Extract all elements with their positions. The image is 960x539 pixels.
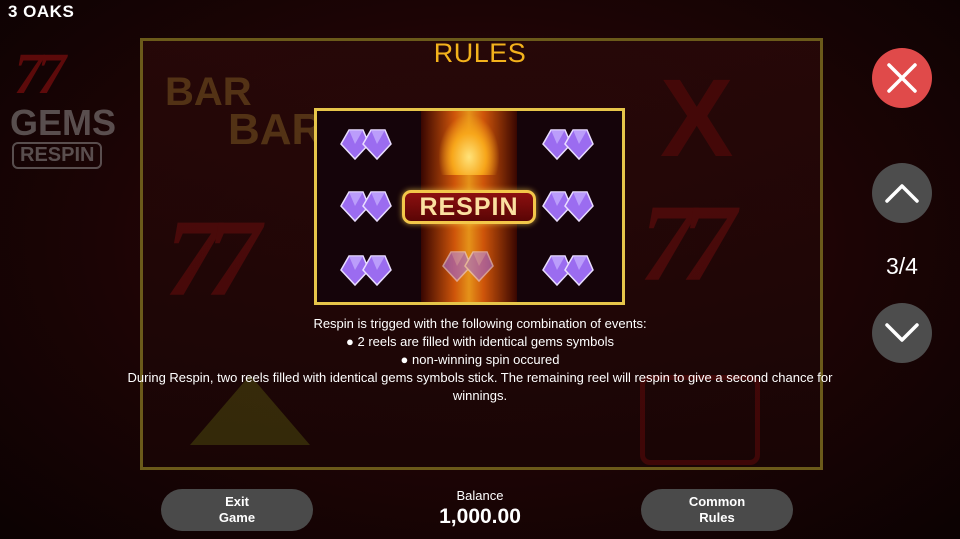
close-icon <box>887 63 917 93</box>
exit-label-line1: Exit <box>225 494 249 509</box>
purple-gem-icon <box>541 187 595 225</box>
bg-x-symbol: X <box>660 57 734 180</box>
brand-name: 3 OAKS <box>8 2 75 21</box>
exit-label-line2: Game <box>218 510 256 525</box>
description-line: ● 2 reels are filled with identical gems… <box>346 334 614 349</box>
bg-seven-symbol-left: 77 <box>165 197 261 319</box>
purple-gem-icon <box>441 247 495 285</box>
common-rules-button[interactable]: Common Rules <box>641 489 793 531</box>
respin-preview: RESPIN <box>314 108 625 305</box>
exit-game-button[interactable]: Exit Game <box>161 489 313 531</box>
description-line: During Respin, two reels filled with ide… <box>127 370 833 403</box>
close-button[interactable] <box>872 48 932 108</box>
previous-page-button[interactable] <box>872 163 932 223</box>
common-label-line1: Common <box>688 494 746 509</box>
balance-display: Balance 1,000.00 <box>380 488 580 530</box>
description-line: Respin is trigged with the following com… <box>313 316 647 331</box>
balance-label: Balance <box>456 488 504 503</box>
chevron-down-icon <box>885 323 919 342</box>
respin-badge: RESPIN <box>402 190 536 224</box>
next-page-button[interactable] <box>872 303 932 363</box>
rules-title: RULES <box>433 38 527 68</box>
common-label-line2: Rules <box>699 510 735 525</box>
purple-gem-icon <box>339 251 393 289</box>
rules-description: Respin is trigged with the following com… <box>100 315 860 405</box>
description-line: ● non-winning spin occured <box>400 352 560 367</box>
bg-bar-symbol-2: BAR <box>228 105 324 154</box>
chevron-up-icon <box>885 184 919 203</box>
logo-gems: GEMS <box>10 102 117 143</box>
logo-respin: RESPIN <box>12 142 103 169</box>
flame-effect <box>439 115 499 175</box>
balance-value: 1,000.00 <box>439 505 521 528</box>
purple-gem-icon <box>339 125 393 163</box>
page-indicator: 3/4 <box>886 253 918 279</box>
bg-seven-symbol-right: 77 <box>640 182 736 304</box>
purple-gem-icon <box>541 125 595 163</box>
purple-gem-icon <box>541 251 595 289</box>
purple-gem-icon <box>339 187 393 225</box>
